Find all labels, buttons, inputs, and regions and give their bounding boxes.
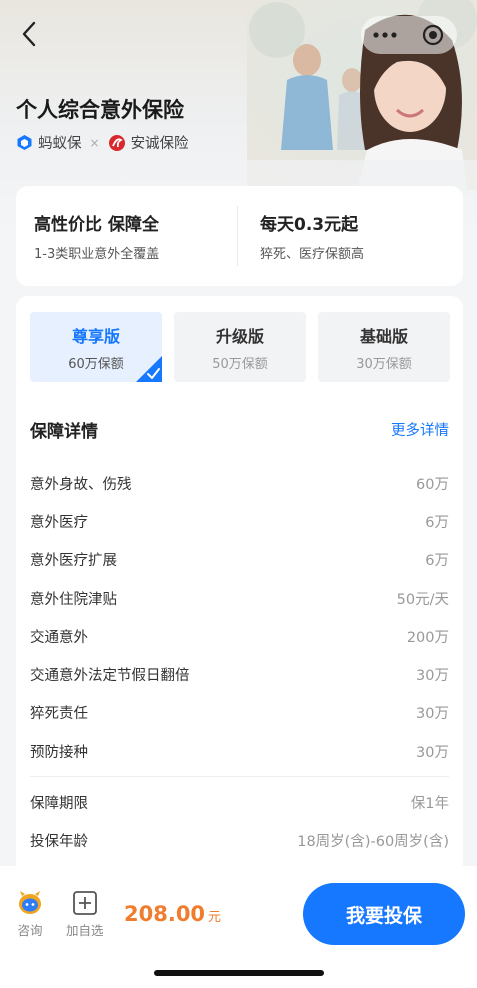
coverage-row: 意外医疗扩展 6万 (30, 541, 449, 579)
highlights-card: 高性价比 保障全 1-3类职业意外全覆盖 每天0.3元起 猝死、医疗保额高 (16, 186, 463, 286)
coverage-value: 6万 (425, 553, 449, 570)
highlight-item: 高性价比 保障全 1-3类职业意外全覆盖 (16, 186, 237, 286)
consult-label: 咨询 (17, 923, 43, 938)
back-button[interactable] (14, 18, 44, 50)
highlight-title: 高性价比 保障全 (34, 215, 159, 235)
age-label: 投保年龄 (30, 834, 88, 851)
coverage-label: 意外住院津贴 (30, 591, 117, 608)
coverage-label: 猝死责任 (30, 706, 88, 723)
bottom-action-bar: 咨询 加自选 208.00 元 我要投保 (0, 866, 477, 988)
close-miniprogram-button[interactable] (413, 18, 453, 52)
ancheng-logo-icon (108, 134, 125, 151)
coverage-row: 交通意外 200万 (30, 617, 449, 655)
coverage-label: 意外医疗扩展 (30, 553, 117, 570)
antbao-logo-icon (17, 135, 32, 150)
brand2-label: 安诚保险 (130, 136, 189, 152)
consult-assistant-icon (19, 891, 41, 914)
plan-option-premium[interactable]: 尊享版 60万保额 (30, 312, 162, 382)
term-row: 保障期限 保1年 (30, 783, 449, 821)
coverage-label: 意外医疗 (30, 514, 88, 531)
coverage-list: 意外身故、伤残 60万 意外医疗 6万 意外医疗扩展 6万 意外住院津贴 50元/天 交… (30, 464, 449, 860)
price-display: 208.00 元 (124, 902, 221, 926)
more-button[interactable] (365, 18, 405, 52)
brand-ancheng: 安诚保险 (108, 132, 189, 153)
coverage-value: 30万 (416, 706, 449, 723)
buy-insurance-button[interactable]: 我要投保 (303, 883, 465, 945)
consult-button[interactable]: 咨询 (16, 890, 44, 939)
add-square-icon (72, 891, 97, 915)
age-row: 投保年龄 18周岁(含)-60周岁(含) (30, 822, 449, 860)
highlight-item: 每天0.3元起 猝死、医疗保额高 (237, 206, 463, 266)
coverage-label: 意外身故、伤残 (30, 476, 132, 493)
coverage-row: 预防接种 30万 (30, 732, 449, 770)
plan-selector: 尊享版 60万保额 升级版 50万保额 基础版 30万保额 (30, 312, 450, 382)
more-details-link[interactable]: 更多详情 (391, 419, 449, 440)
term-value: 保1年 (410, 796, 449, 813)
coverage-row: 意外医疗 6万 (30, 502, 449, 540)
brand1-label: 蚂蚁保 (38, 136, 82, 152)
add-watchlist-label: 加自选 (66, 923, 104, 938)
coverage-value: 60万 (416, 476, 449, 493)
page-title: 个人综合意外保险 (16, 98, 184, 122)
plan-option-basic[interactable]: 基础版 30万保额 (318, 312, 450, 382)
coverage-value: 200万 (406, 629, 449, 646)
divider (30, 776, 449, 778)
plan-name: 升级版 (215, 326, 264, 346)
more-dots-icon (373, 32, 397, 38)
details-title: 保障详情 (30, 422, 98, 442)
plan-coverage: 50万保额 (212, 356, 268, 372)
details-header: 保障详情 更多详情 (30, 417, 449, 442)
brand-separator: × (89, 135, 100, 150)
term-label: 保障期限 (30, 796, 88, 813)
coverage-row: 猝死责任 30万 (30, 694, 449, 732)
plan-coverage: 60万保额 (68, 356, 124, 372)
coverage-label: 预防接种 (30, 744, 88, 761)
highlight-subtitle: 1-3类职业意外全覆盖 (34, 247, 160, 262)
plan-name: 尊享版 (71, 326, 120, 346)
coverage-value: 30万 (416, 744, 449, 761)
price-value: 208.00 (124, 902, 206, 926)
plan-name: 基础版 (359, 326, 408, 346)
chevron-left-icon (22, 21, 36, 47)
brand-antbao: 蚂蚁保 (16, 132, 82, 153)
plan-details-card: 尊享版 60万保额 升级版 50万保额 基础版 30万保额 保障详情 更多详情 … (16, 296, 463, 876)
coverage-label: 交通意外法定节假日翻倍 (30, 668, 190, 685)
highlight-title: 每天0.3元起 (260, 215, 359, 235)
add-watchlist-button[interactable]: 加自选 (66, 890, 104, 939)
coverage-value: 6万 (425, 514, 449, 531)
plan-coverage: 30万保额 (356, 356, 412, 372)
plan-option-upgrade[interactable]: 升级版 50万保额 (174, 312, 306, 382)
home-indicator (154, 970, 324, 976)
price-unit: 元 (208, 910, 222, 925)
mini-program-capsule (361, 16, 457, 54)
selected-check-icon (136, 356, 162, 382)
age-value: 18周岁(含)-60周岁(含) (297, 834, 449, 851)
coverage-value: 30万 (416, 668, 449, 685)
highlight-subtitle: 猝死、医疗保额高 (260, 247, 365, 262)
coverage-value: 50元/天 (396, 591, 449, 608)
brand-line: 蚂蚁保 × 安诚保险 (16, 132, 189, 153)
coverage-label: 交通意外 (30, 629, 88, 646)
coverage-row: 意外身故、伤残 60万 (30, 464, 449, 502)
target-circle-icon (422, 24, 444, 46)
coverage-row: 意外住院津贴 50元/天 (30, 579, 449, 617)
coverage-row: 交通意外法定节假日翻倍 30万 (30, 655, 449, 693)
